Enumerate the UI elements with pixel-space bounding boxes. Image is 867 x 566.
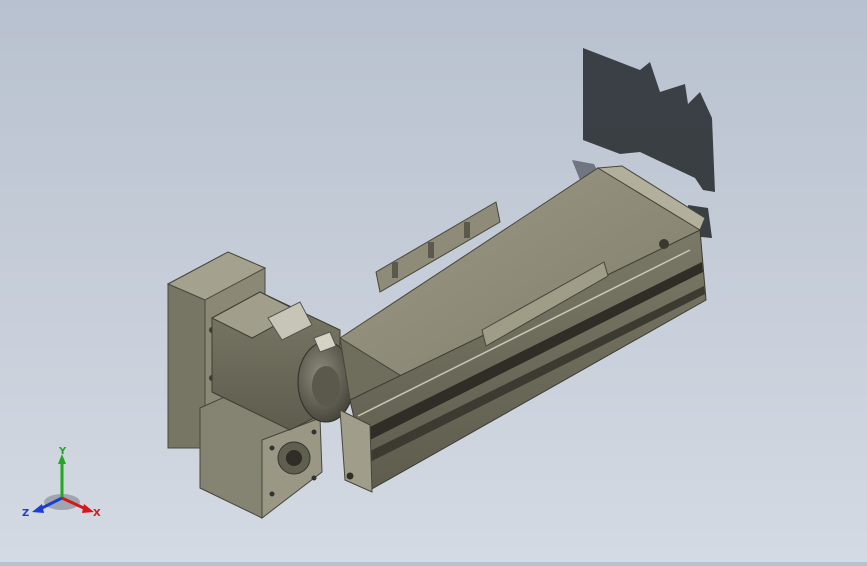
axis-triad[interactable]: Y X Z bbox=[20, 446, 104, 526]
y-axis-label: Y bbox=[58, 446, 67, 457]
model-view[interactable] bbox=[0, 0, 867, 562]
z-axis-label: Z bbox=[22, 508, 29, 519]
triad-graphic: Y X Z bbox=[22, 446, 101, 519]
x-axis-label: X bbox=[93, 508, 101, 519]
3d-viewport[interactable]: Y X Z bbox=[0, 0, 867, 562]
z-axis-arrow bbox=[32, 504, 44, 513]
linear-module bbox=[339, 165, 707, 493]
